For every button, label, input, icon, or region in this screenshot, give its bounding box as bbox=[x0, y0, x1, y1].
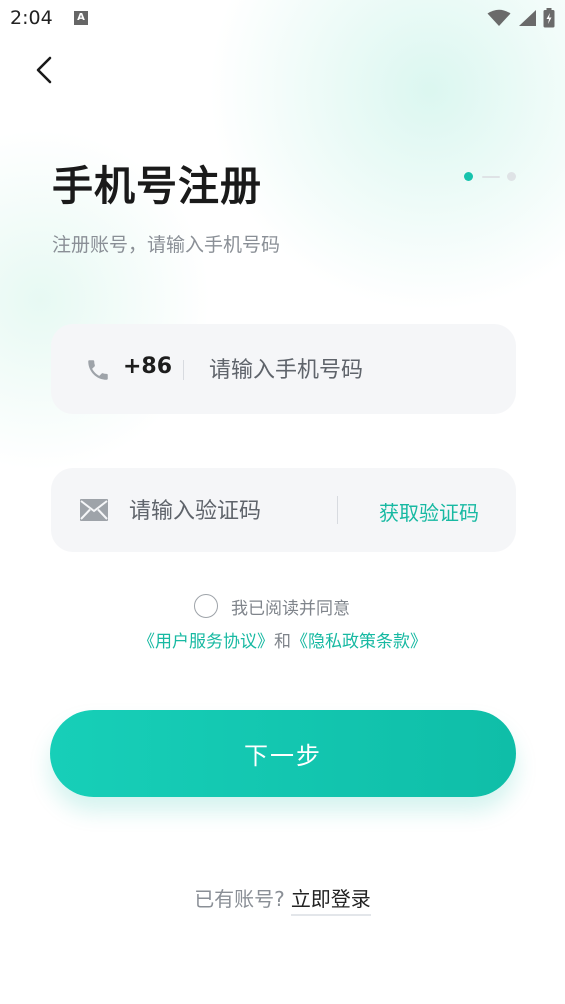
get-code-button[interactable]: 获取验证码 bbox=[379, 497, 479, 526]
privacy-policy-link[interactable]: 《隐私政策条款》 bbox=[291, 632, 427, 652]
page-title: 手机号注册 bbox=[52, 162, 262, 210]
divider bbox=[183, 360, 184, 380]
step-connector bbox=[482, 175, 500, 178]
status-time: 2:04 bbox=[10, 7, 53, 29]
login-link[interactable]: 立即登录 bbox=[290, 887, 371, 916]
verification-code-input[interactable] bbox=[127, 491, 331, 531]
wifi-icon bbox=[487, 9, 511, 26]
status-icons bbox=[487, 8, 555, 28]
divider bbox=[337, 496, 338, 524]
verification-code-field: 获取验证码 bbox=[51, 468, 516, 552]
have-account-text: 已有账号? bbox=[194, 887, 285, 911]
next-step-button[interactable]: 下一步 bbox=[50, 710, 516, 797]
login-prompt: 已有账号? 立即登录 bbox=[0, 883, 565, 916]
user-agreement-link[interactable]: 《用户服务协议》 bbox=[138, 632, 274, 652]
battery-icon bbox=[543, 8, 555, 28]
step-indicator bbox=[464, 172, 520, 182]
chevron-left-icon bbox=[36, 56, 52, 84]
step-dot-active bbox=[464, 172, 473, 181]
phone-field: +86 bbox=[51, 324, 516, 414]
notification-icon: A bbox=[74, 11, 88, 25]
agreement-text: 我已阅读并同意 bbox=[231, 598, 350, 619]
agreement-checkbox[interactable] bbox=[194, 594, 218, 618]
page-subtitle: 注册账号，请输入手机号码 bbox=[52, 234, 281, 256]
agreement-row: 我已阅读并同意 bbox=[194, 592, 350, 620]
and-text: 和 bbox=[274, 632, 291, 652]
country-code[interactable]: +86 bbox=[123, 354, 172, 379]
status-bar: 2:04 A bbox=[0, 0, 565, 38]
back-button[interactable] bbox=[30, 52, 60, 88]
phone-input[interactable] bbox=[207, 350, 491, 390]
signal-icon bbox=[519, 10, 536, 26]
step-dot-inactive bbox=[507, 172, 516, 181]
terms-links: 《用户服务协议》和《隐私政策条款》 bbox=[0, 627, 565, 652]
mail-icon bbox=[80, 499, 108, 521]
phone-icon bbox=[88, 360, 108, 380]
